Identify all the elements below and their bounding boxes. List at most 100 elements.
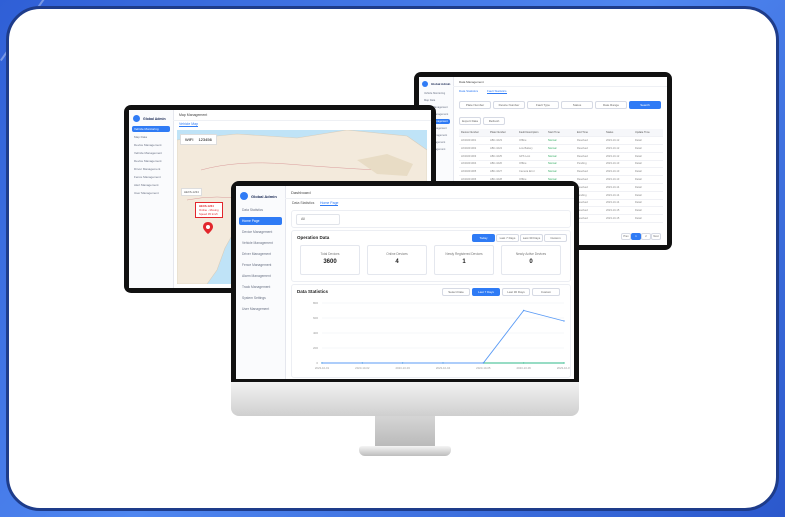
- stat-label: Total Devices: [320, 252, 340, 256]
- table-cell: Offline: [519, 162, 527, 166]
- table-cell: 2023-10-13: [606, 162, 620, 166]
- table-cell: ABC-1023: [490, 139, 502, 142]
- y-tick-label: 400: [313, 331, 318, 335]
- tab-vehicle-map[interactable]: Vehicle Map: [179, 122, 199, 127]
- table-cell: Detail: [635, 209, 642, 213]
- sidebar-item[interactable]: Device Management: [132, 158, 170, 164]
- data-point[interactable]: [522, 309, 525, 312]
- sidebar-item[interactable]: Vehicle Monitoring: [422, 91, 450, 96]
- chart-range-button[interactable]: Select Date: [442, 288, 470, 296]
- filter-field[interactable]: Fault Type: [527, 101, 559, 109]
- app-name: Global Admin: [431, 82, 451, 86]
- data-point[interactable]: [482, 362, 485, 364]
- table-row[interactable]: HX20231004 ABC-1026 Offline Normal Pending 20…: [459, 160, 663, 169]
- table-cell: HX20231003: [461, 154, 477, 158]
- sidebar-item[interactable]: Device Management: [132, 142, 170, 148]
- logo-icon: [422, 81, 428, 87]
- column-header: Fault Description: [519, 131, 539, 134]
- toolbar-button[interactable]: Refresh: [483, 117, 505, 125]
- filter-field[interactable]: Search: [629, 101, 661, 109]
- chart-range-button[interactable]: Custom: [532, 288, 560, 296]
- marker-popup: HEXS-1234 Online - Moving Speed 45 km/h: [195, 202, 223, 218]
- table-cell: Detail: [635, 162, 642, 166]
- sidebar-item[interactable]: Map Data: [422, 98, 450, 103]
- stat-label: Newly Active Devices: [515, 252, 547, 256]
- stat-card: Newly Registered Devices 1: [434, 245, 494, 275]
- wifi-popup: WIFI 123456: [180, 134, 217, 145]
- y-tick-label: 600: [313, 316, 318, 320]
- data-point[interactable]: [321, 362, 323, 364]
- app-logo: Global Admin: [133, 115, 166, 122]
- x-tick-label: 2023-10-04: [436, 366, 451, 370]
- table-row[interactable]: HX20231001 ABC-1023 Offline Normal Resolved 2…: [459, 137, 663, 145]
- stat-value: 0: [529, 259, 533, 265]
- sidebar-item[interactable]: Home Page: [239, 217, 282, 225]
- data-point[interactable]: [361, 362, 364, 364]
- sidebar-item[interactable]: Alert Management: [132, 182, 170, 188]
- table-row[interactable]: HX20231005 ABC-1027 Camera Error Normal Reso…: [459, 168, 663, 177]
- sidebar-item[interactable]: Device Management: [239, 228, 282, 236]
- table-cell: Pending: [577, 162, 587, 166]
- sidebar-item[interactable]: Data Statistics: [239, 206, 282, 214]
- sidebar-item[interactable]: System Settings: [239, 294, 282, 302]
- toolbar-button[interactable]: Export Data: [459, 117, 481, 125]
- table-row[interactable]: HX20231003 ABC-1025 GPS Lost Normal Resolved…: [459, 153, 663, 161]
- range-button[interactable]: Custom: [544, 234, 567, 242]
- data-point[interactable]: [563, 320, 565, 322]
- range-button[interactable]: Last 7 Days: [496, 234, 519, 242]
- filter-select[interactable]: All: [296, 214, 340, 225]
- line-chart: 800 600 400 200 02023-10-01 2023-10-02 2023-10…: [313, 301, 570, 370]
- sidebar-item[interactable]: Track Management: [239, 283, 282, 291]
- data-point[interactable]: [401, 362, 404, 364]
- table-cell: Detail: [635, 217, 642, 220]
- pagination-button[interactable]: Prev: [621, 233, 631, 240]
- sidebar-item[interactable]: User Management: [132, 190, 170, 196]
- tab-data-statistics[interactable]: Data Statistics: [292, 201, 314, 205]
- table-cell: 2023-10-12: [606, 146, 620, 150]
- table-cell: ABC-1026: [490, 162, 502, 166]
- range-button[interactable]: Today: [472, 234, 495, 242]
- sidebar-item[interactable]: Driver Management: [239, 250, 282, 258]
- sidebar-item[interactable]: Map Data: [132, 134, 170, 140]
- chart-range-button[interactable]: Last 30 Days: [502, 288, 530, 296]
- data-point[interactable]: [563, 362, 565, 364]
- sidebar-item[interactable]: Vehicle Management: [132, 150, 170, 156]
- stat-card: Total Devices 3600: [300, 245, 360, 275]
- table-cell: Camera Error: [519, 170, 535, 174]
- sidebar-item[interactable]: Fence Management: [239, 261, 282, 269]
- sidebar-item[interactable]: Vehicle Monitoring: [132, 126, 170, 132]
- filter-field[interactable]: Status: [561, 101, 593, 109]
- page-title: Map Management: [179, 113, 208, 117]
- filter-field[interactable]: Plate Number: [459, 101, 491, 109]
- tab-home-page[interactable]: Home Page: [320, 201, 339, 206]
- tab-fault-statistics[interactable]: Fault Statistics: [487, 89, 507, 94]
- table-row[interactable]: HX20231002 ABC-1024 Low Battery Normal Resol…: [459, 145, 663, 153]
- table-cell: HX20231002: [461, 146, 477, 150]
- data-point[interactable]: [442, 362, 444, 364]
- sidebar-item[interactable]: Vehicle Management: [239, 239, 282, 247]
- data-point[interactable]: [522, 362, 525, 364]
- table-cell: Resolved: [577, 146, 588, 150]
- table-cell: 2023-10-12: [606, 139, 620, 142]
- sidebar-item[interactable]: Driver Management: [132, 166, 170, 172]
- table-cell: Detail: [635, 178, 642, 181]
- chart-range-button[interactable]: Last 7 Days: [472, 288, 500, 296]
- x-tick-label: 2023-10-07: [557, 366, 570, 370]
- table-cell: Normal: [548, 154, 557, 158]
- range-button[interactable]: Last 30 Days: [520, 234, 543, 242]
- pagination-button[interactable]: Next: [651, 233, 661, 240]
- sidebar-item[interactable]: Fence Management: [132, 174, 170, 180]
- filter-field[interactable]: Device Number: [493, 101, 525, 109]
- table-cell: 2023-10-13: [606, 178, 620, 181]
- pagination-button[interactable]: 1: [631, 233, 641, 240]
- sidebar-item[interactable]: User Management: [239, 305, 282, 313]
- stat-value: 3600: [323, 259, 337, 265]
- column-header: End Time: [577, 131, 588, 134]
- table-cell: Detail: [635, 193, 642, 197]
- sidebar-item[interactable]: Alarm Management: [239, 272, 282, 280]
- filter-field[interactable]: Date Range: [595, 101, 627, 109]
- location-pin-icon[interactable]: [203, 222, 213, 234]
- pagination-button[interactable]: 2: [641, 233, 651, 240]
- y-tick-label: 0: [316, 361, 318, 365]
- tab-data-statistics[interactable]: Data Statistics: [459, 89, 478, 93]
